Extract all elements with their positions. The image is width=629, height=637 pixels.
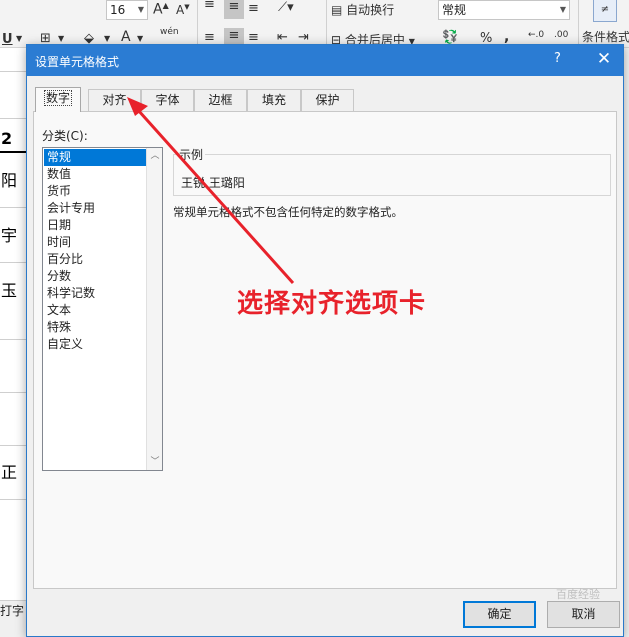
category-item-accounting[interactable]: 会计专用 (44, 200, 146, 217)
sheet-cell[interactable]: 宇 (0, 208, 27, 263)
excel-ribbon: 16 ▼ A▲ A▼ ≡ ≡ ≡ ⟋▾ ▤ 自动换行 常规 ▼ ≠ 条件格式 U… (0, 0, 629, 48)
chevron-down-icon[interactable]: ▼ (137, 34, 143, 43)
sheet-status-text: 打字 (0, 600, 27, 637)
category-item-number[interactable]: 数值 (44, 166, 146, 183)
number-format-value: 常规 (442, 3, 467, 17)
ribbon-divider (197, 0, 198, 46)
category-item-custom[interactable]: 自定义 (44, 336, 146, 353)
cancel-button[interactable]: 取消 (547, 601, 620, 628)
sample-value: 王锐 王璐阳 (181, 176, 245, 190)
wrap-text-label: 自动换行 (346, 3, 395, 17)
sheet-cell[interactable]: 阳 (0, 153, 27, 208)
tab-font[interactable]: 字体 (141, 89, 194, 111)
watermark: 百度经验 (556, 588, 600, 601)
ribbon-divider (578, 0, 579, 46)
increase-decimal-icon[interactable]: ←.0 (528, 30, 544, 40)
tab-protection[interactable]: 保护 (301, 89, 354, 111)
category-item-percentage[interactable]: 百分比 (44, 251, 146, 268)
category-item-scientific[interactable]: 科学记数 (44, 285, 146, 302)
category-item-text[interactable]: 文本 (44, 302, 146, 319)
align-left-icon[interactable]: ≡ (204, 30, 215, 45)
sheet-cell[interactable] (0, 340, 27, 393)
conditional-format-icon: ≠ (593, 0, 617, 22)
annotation-callout: 选择对齐选项卡 (237, 289, 427, 319)
grow-font-button[interactable]: A▲ (153, 1, 169, 18)
category-item-general[interactable]: 常规 (44, 149, 146, 166)
align-bottom-icon[interactable]: ≡ (248, 1, 259, 16)
chevron-down-icon[interactable]: ▼ (58, 34, 64, 43)
help-button[interactable]: ? (554, 51, 561, 66)
ribbon-divider (326, 0, 327, 46)
category-item-fraction[interactable]: 分数 (44, 268, 146, 285)
sheet-cell[interactable] (0, 393, 27, 446)
shrink-font-button[interactable]: A▼ (176, 3, 190, 17)
increase-indent-icon[interactable]: ⇥ (298, 30, 309, 45)
sheet-cell[interactable]: 玉 (0, 263, 27, 340)
phonetic-button[interactable]: wén (160, 27, 179, 37)
wrap-text-icon: ▤ (331, 3, 343, 17)
conditional-format-button[interactable]: 条件格式 (582, 28, 629, 45)
comma-button[interactable]: , (504, 29, 509, 45)
align-top-icon[interactable]: ≡ (204, 0, 215, 12)
format-cells-dialog: 设置单元格格式 ? ✕ 数字 对齐 字体 边框 填充 保护 分类(C): 常规 … (26, 44, 624, 637)
font-size-combo[interactable]: 16 ▼ (106, 0, 148, 20)
orientation-icon[interactable]: ⟋▾ (278, 0, 294, 15)
ok-button[interactable]: 确定 (463, 601, 536, 628)
number-tab-page: 分类(C): 常规 数值 货币 会计专用 日期 时间 百分比 分数 科学记数 文… (33, 111, 617, 589)
category-scrollbar[interactable]: ︿ ﹀ (146, 148, 162, 470)
sheet-cell[interactable] (0, 48, 27, 72)
wrap-text-button[interactable]: ▤ 自动换行 (331, 1, 394, 18)
dialog-title: 设置单元格格式 (35, 55, 120, 69)
align-middle-icon[interactable]: ≡ (224, 0, 244, 19)
tab-alignment[interactable]: 对齐 (88, 89, 141, 111)
sheet-cell[interactable] (0, 72, 27, 119)
close-icon[interactable]: ✕ (593, 48, 615, 70)
tab-fill[interactable]: 填充 (247, 89, 301, 111)
align-right-icon[interactable]: ≡ (248, 30, 259, 45)
chevron-down-icon: ▼ (137, 5, 144, 14)
category-label: 分类(C): (42, 129, 88, 143)
chevron-down-icon[interactable]: ▼ (16, 34, 22, 43)
category-item-date[interactable]: 日期 (44, 217, 146, 234)
tab-number[interactable]: 数字 (35, 87, 81, 112)
category-item-time[interactable]: 时间 (44, 234, 146, 251)
category-listbox[interactable]: 常规 数值 货币 会计专用 日期 时间 百分比 分数 科学记数 文本 特殊 自定… (42, 147, 163, 471)
dialog-titlebar[interactable]: 设置单元格格式 ? ✕ (27, 45, 623, 76)
category-item-currency[interactable]: 货币 (44, 183, 146, 200)
decrease-indent-icon[interactable]: ⇤ (277, 30, 288, 45)
number-format-combo[interactable]: 常规 ▼ (438, 0, 570, 20)
sheet-cell[interactable]: 2 (0, 119, 27, 153)
format-description: 常规单元格格式不包含任何特定的数字格式。 (173, 205, 403, 219)
worksheet-fragment: 2 阳 宇 玉 正 打字 (0, 48, 27, 637)
decrease-decimal-icon[interactable]: .00 (554, 30, 568, 40)
font-size-value: 16 (110, 3, 126, 17)
accounting-format-icon[interactable]: 💱 (442, 30, 458, 45)
chevron-down-icon[interactable]: ▼ (104, 34, 110, 43)
chevron-down-icon: ▼ (559, 5, 566, 14)
chevron-down-icon[interactable]: ﹀ (147, 454, 163, 470)
category-item-special[interactable]: 特殊 (44, 319, 146, 336)
sample-label: 示例 (177, 146, 206, 163)
chevron-up-icon[interactable]: ︿ (147, 148, 163, 164)
tab-border[interactable]: 边框 (194, 89, 247, 111)
underline-button[interactable]: U (2, 32, 13, 47)
sheet-cell[interactable]: 正 (0, 446, 27, 500)
